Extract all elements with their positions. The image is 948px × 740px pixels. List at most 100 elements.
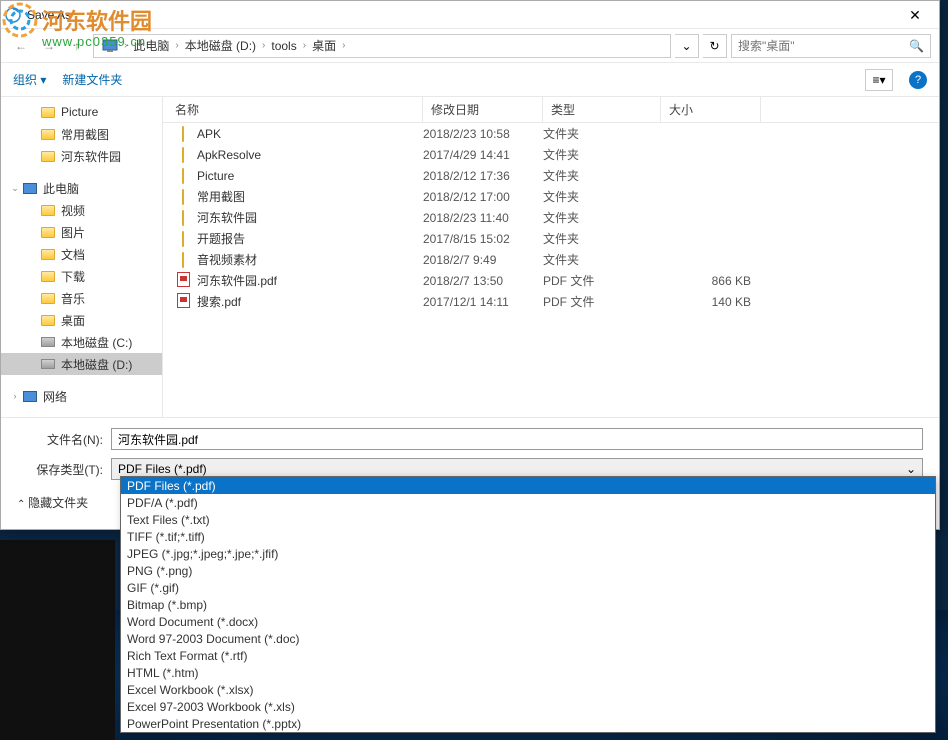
folder-icon xyxy=(173,211,193,225)
sidebar-item[interactable]: 视频 xyxy=(1,199,162,221)
col-name[interactable]: 名称 xyxy=(163,97,423,122)
filetype-option[interactable]: Excel 97-2003 Workbook (*.xls) xyxy=(121,698,935,715)
filetype-option[interactable]: Excel Workbook (*.xlsx) xyxy=(121,681,935,698)
file-list[interactable]: APK2018/2/23 10:58文件夹ApkResolve2017/4/29… xyxy=(163,123,939,312)
file-row[interactable]: 河东软件园2018/2/23 11:40文件夹 xyxy=(163,207,939,228)
titlebar: Save As ✕ xyxy=(1,1,939,29)
file-row[interactable]: ApkResolve2017/4/29 14:41文件夹 xyxy=(163,144,939,165)
col-date[interactable]: 修改日期 xyxy=(423,97,543,122)
sidebar-item[interactable]: 本地磁盘 (C:) xyxy=(1,331,162,353)
filetype-option[interactable]: Bitmap (*.bmp) xyxy=(121,596,935,613)
file-name: 开题报告 xyxy=(197,230,423,247)
folder-icon xyxy=(39,148,57,164)
file-name: 搜索.pdf xyxy=(197,293,423,310)
sidebar-item[interactable]: 常用截图 xyxy=(1,123,162,145)
organize-button[interactable]: 组织 ▾ xyxy=(13,71,46,88)
file-type: 文件夹 xyxy=(543,125,661,142)
file-row[interactable]: APK2018/2/23 10:58文件夹 xyxy=(163,123,939,144)
file-date: 2018/2/7 13:50 xyxy=(423,274,543,288)
file-date: 2018/2/7 9:49 xyxy=(423,253,543,267)
breadcrumb[interactable]: › 此电脑 › 本地磁盘 (D:) › tools › 桌面 › xyxy=(93,34,671,58)
sidebar-item[interactable]: 音乐 xyxy=(1,287,162,309)
crumb[interactable]: tools xyxy=(267,39,300,53)
folder-icon xyxy=(39,246,57,262)
filetype-option[interactable]: GIF (*.gif) xyxy=(121,579,935,596)
sidebar-item[interactable]: 河东软件园 xyxy=(1,145,162,167)
crumb[interactable]: 此电脑 xyxy=(129,37,173,54)
file-row[interactable]: Picture2018/2/12 17:36文件夹 xyxy=(163,165,939,186)
help-button[interactable]: ? xyxy=(909,71,927,89)
file-type: 文件夹 xyxy=(543,167,661,184)
savetype-dropdown[interactable]: PDF Files (*.pdf)PDF/A (*.pdf)Text Files… xyxy=(120,476,936,733)
view-mode-button[interactable]: ≡▾ xyxy=(865,69,893,91)
filetype-option[interactable]: PNG (*.png) xyxy=(121,562,935,579)
forward-button[interactable]: → xyxy=(37,34,61,58)
filetype-option[interactable]: PDF Files (*.pdf) xyxy=(121,477,935,494)
search-input[interactable] xyxy=(738,39,909,53)
filename-input[interactable] xyxy=(111,428,923,450)
sidebar-item[interactable]: 图片 xyxy=(1,221,162,243)
file-row[interactable]: 开题报告2017/8/15 15:02文件夹 xyxy=(163,228,939,249)
file-row[interactable]: 河东软件园.pdf2018/2/7 13:50PDF 文件866 KB xyxy=(163,270,939,291)
pdf-icon xyxy=(173,272,193,290)
sidebar-item-label: 音乐 xyxy=(61,290,85,307)
search-icon[interactable]: 🔍 xyxy=(909,39,924,53)
filetype-option[interactable]: PowerPoint Presentation (*.pptx) xyxy=(121,715,935,732)
folder-icon xyxy=(39,290,57,306)
disk-icon xyxy=(39,356,57,372)
folder-icon xyxy=(173,253,193,267)
back-button[interactable]: ← xyxy=(9,34,33,58)
col-size[interactable]: 大小 xyxy=(661,97,761,122)
folder-icon xyxy=(173,127,193,141)
app-icon xyxy=(5,7,21,23)
file-name: ApkResolve xyxy=(197,148,423,162)
crumb[interactable]: 本地磁盘 (D:) xyxy=(181,37,260,54)
filetype-option[interactable]: Text Files (*.txt) xyxy=(121,511,935,528)
filename-label: 文件名(N): xyxy=(17,431,111,448)
file-row[interactable]: 搜索.pdf2017/12/1 14:11PDF 文件140 KB xyxy=(163,291,939,312)
folder-icon xyxy=(39,104,57,120)
file-date: 2017/12/1 14:11 xyxy=(423,295,543,309)
file-date: 2017/4/29 14:41 xyxy=(423,148,543,162)
sidebar-item[interactable]: Picture xyxy=(1,101,162,123)
sidebar-item[interactable]: ›网络 xyxy=(1,385,162,407)
filetype-option[interactable]: Word 97-2003 Document (*.doc) xyxy=(121,630,935,647)
filetype-option[interactable]: JPEG (*.jpg;*.jpeg;*.jpe;*.jfif) xyxy=(121,545,935,562)
file-row[interactable]: 常用截图2018/2/12 17:00文件夹 xyxy=(163,186,939,207)
filetype-option[interactable]: Word Document (*.docx) xyxy=(121,613,935,630)
sidebar-item-label: 此电脑 xyxy=(43,180,79,197)
toolbar: 组织 ▾ 新建文件夹 ≡▾ ? xyxy=(1,63,939,97)
sidebar-item-label: 本地磁盘 (D:) xyxy=(61,356,132,373)
file-pane: 名称 修改日期 类型 大小 APK2018/2/23 10:58文件夹ApkRe… xyxy=(163,97,939,417)
search-box[interactable]: 🔍 xyxy=(731,34,931,58)
file-name: 常用截图 xyxy=(197,188,423,205)
column-headers[interactable]: 名称 修改日期 类型 大小 xyxy=(163,97,939,123)
col-type[interactable]: 类型 xyxy=(543,97,661,122)
up-button[interactable]: ↑ xyxy=(65,34,89,58)
sidebar-item[interactable]: 本地磁盘 (D:) xyxy=(1,353,162,375)
navbar: ← → ↑ › 此电脑 › 本地磁盘 (D:) › tools › 桌面 › ⌄… xyxy=(1,29,939,63)
disk-icon xyxy=(39,334,57,350)
sidebar-item[interactable]: 桌面 xyxy=(1,309,162,331)
sidebar-item[interactable]: 文档 xyxy=(1,243,162,265)
sidebar-item-label: 本地磁盘 (C:) xyxy=(61,334,132,351)
crumb[interactable]: 桌面 xyxy=(308,37,340,54)
filetype-option[interactable]: Rich Text Format (*.rtf) xyxy=(121,647,935,664)
breadcrumb-dropdown[interactable]: ⌄ xyxy=(675,34,699,58)
file-date: 2017/8/15 15:02 xyxy=(423,232,543,246)
filetype-option[interactable]: TIFF (*.tif;*.tiff) xyxy=(121,528,935,545)
filetype-option[interactable]: PDF/A (*.pdf) xyxy=(121,494,935,511)
file-name: Picture xyxy=(197,169,423,183)
close-button[interactable]: ✕ xyxy=(895,1,935,29)
sidebar[interactable]: Picture常用截图河东软件园 ⌄此电脑视频图片文档下载音乐桌面本地磁盘 (C:… xyxy=(1,97,163,417)
new-folder-button[interactable]: 新建文件夹 xyxy=(62,71,122,88)
sidebar-item[interactable]: ⌄此电脑 xyxy=(1,177,162,199)
file-row[interactable]: 音视频素材2018/2/7 9:49文件夹 xyxy=(163,249,939,270)
sidebar-item[interactable]: 下载 xyxy=(1,265,162,287)
file-type: PDF 文件 xyxy=(543,293,661,310)
sidebar-item-label: 文档 xyxy=(61,246,85,263)
filetype-option[interactable]: HTML (*.htm) xyxy=(121,664,935,681)
refresh-button[interactable]: ↻ xyxy=(703,34,727,58)
file-name: 河东软件园.pdf xyxy=(197,272,423,289)
pc-icon xyxy=(21,180,39,196)
